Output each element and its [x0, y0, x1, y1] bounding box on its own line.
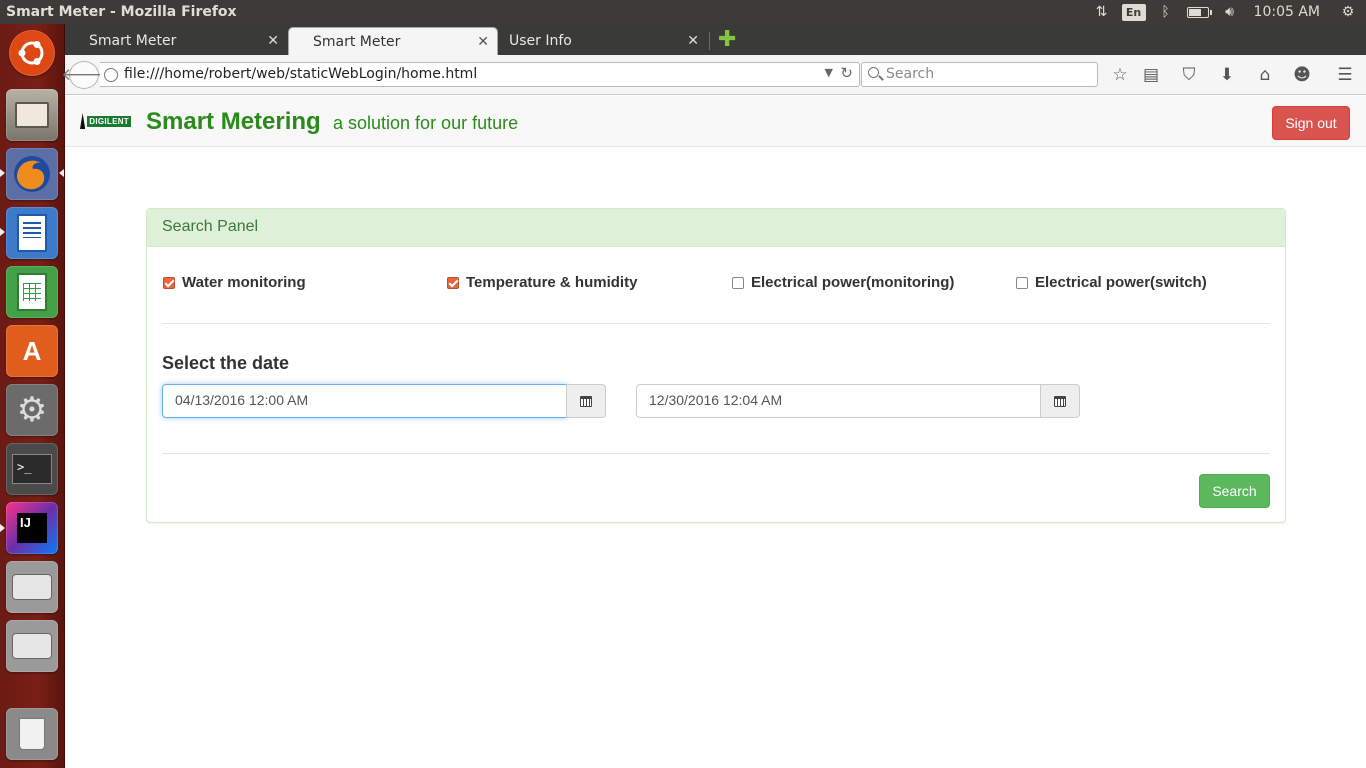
trash-icon[interactable]	[6, 708, 58, 760]
battery-icon[interactable]	[1186, 0, 1212, 24]
tab-label: Smart Meter	[89, 33, 177, 49]
pocket-icon[interactable]: ⛉	[1177, 63, 1201, 87]
brand-title[interactable]: Smart Metering	[146, 108, 321, 136]
tab-label: Smart Meter	[313, 33, 401, 50]
calendar-icon	[1054, 395, 1066, 407]
search-panel: Search Panel Water monitoring Temperatur…	[146, 208, 1286, 523]
globe-icon	[104, 68, 118, 82]
indicator-area: ⇅ En ᛒ 🔊︎ 10:05 AM ⚙	[1082, 0, 1366, 24]
panel-title: Search Panel	[162, 218, 259, 235]
electrical-power-monitoring-checkbox[interactable]: Electrical power(monitoring)	[732, 274, 954, 291]
start-date-input[interactable]: 04/13/2016 12:00 AM	[162, 384, 567, 418]
start-date-calendar-button[interactable]	[566, 384, 606, 418]
tab-smart-meter-1[interactable]: Smart Meter ✕	[65, 27, 287, 55]
terminal-icon[interactable]: >_	[6, 443, 58, 495]
network-icon[interactable]: ⇅	[1090, 0, 1114, 24]
drive-icon-2[interactable]	[6, 620, 58, 672]
keyboard-layout-indicator[interactable]: En	[1121, 3, 1146, 21]
checkbox-label: Electrical power(monitoring)	[751, 274, 955, 291]
electrical-power-switch-checkbox[interactable]: Electrical power(switch)	[1016, 274, 1207, 291]
checkbox-box[interactable]	[1016, 276, 1028, 289]
tab-label: User Info	[509, 33, 572, 49]
close-icon[interactable]: ✕	[267, 33, 279, 49]
new-tab-icon[interactable]: ✚	[718, 28, 736, 52]
drive-icon[interactable]	[6, 561, 58, 613]
libreoffice-calc-icon[interactable]	[6, 266, 58, 318]
chat-icon[interactable]: ☻	[1290, 63, 1314, 87]
logo-triangle-icon	[80, 113, 86, 129]
tagline: a solution for our future	[333, 113, 519, 133]
sign-out-button[interactable]: Sign out	[1272, 106, 1350, 140]
reload-icon[interactable]: ↻	[840, 64, 853, 82]
checkbox-box[interactable]	[732, 276, 744, 289]
date-section-label: Select the date	[162, 353, 290, 373]
window-title: Smart Meter - Mozilla Firefox	[6, 4, 237, 20]
software-center-icon[interactable]: A	[6, 325, 58, 377]
top-panel: Smart Meter - Mozilla Firefox ⇅ En ᛒ 🔊︎ …	[0, 0, 1366, 24]
digilent-logo[interactable]: DIGILENT	[80, 112, 131, 130]
logo-text: DIGILENT	[87, 115, 131, 127]
system-settings-icon[interactable]: ⚙	[6, 384, 58, 436]
home-icon[interactable]: ⌂	[1253, 63, 1277, 87]
search-button[interactable]: Search	[1199, 474, 1270, 508]
end-date-calendar-button[interactable]	[1040, 384, 1080, 418]
firefox-icon[interactable]	[6, 148, 58, 200]
menu-icon[interactable]: ☰	[1333, 63, 1357, 87]
reading-list-icon[interactable]: ▤	[1139, 63, 1163, 87]
checkbox-label: Water monitoring	[182, 274, 306, 291]
browser-window: Smart Meter ✕ Smart Meter ✕ User Info ✕ …	[61, 24, 1366, 768]
checkbox-label: Electrical power(switch)	[1035, 274, 1207, 291]
ubuntu-dash-icon[interactable]	[9, 30, 55, 76]
search-icon	[868, 67, 879, 78]
divider	[162, 323, 1270, 324]
libreoffice-writer-icon[interactable]	[6, 207, 58, 259]
temperature-humidity-checkbox[interactable]: Temperature & humidity	[447, 274, 637, 291]
url-text[interactable]: file:///home/robert/web/staticWebLogin/h…	[124, 66, 477, 82]
files-icon[interactable]	[6, 89, 58, 141]
volume-icon[interactable]: 🔊︎	[1218, 0, 1242, 24]
tab-bar: Smart Meter ✕ Smart Meter ✕ User Info ✕ …	[65, 24, 1366, 55]
download-icon[interactable]: ⬇	[1215, 63, 1239, 87]
tab-user-info[interactable]: User Info ✕	[485, 27, 707, 55]
search-input[interactable]: Search	[861, 62, 1098, 87]
calendar-icon	[580, 395, 592, 407]
checkbox-label: Temperature & humidity	[466, 274, 638, 291]
checkbox-box[interactable]	[163, 276, 175, 289]
end-date-input[interactable]: 12/30/2016 12:04 AM	[636, 384, 1041, 418]
water-monitoring-checkbox[interactable]: Water monitoring	[163, 274, 306, 291]
checkbox-box[interactable]	[447, 276, 459, 289]
close-icon[interactable]: ✕	[687, 33, 699, 49]
web-page: DIGILENT Smart Metering a solution for o…	[65, 96, 1366, 768]
tab-smart-meter-2[interactable]: Smart Meter ✕	[288, 27, 498, 55]
url-bar[interactable]: file:///home/robert/web/staticWebLogin/h…	[100, 62, 860, 87]
clock[interactable]: 10:05 AM	[1254, 0, 1320, 24]
navigation-bar: 🡐 file:///home/robert/web/staticWebLogin…	[61, 55, 1366, 95]
divider	[162, 453, 1270, 454]
panel-heading: Search Panel	[147, 209, 1285, 247]
launcher: A ⚙ >_ IJ	[0, 24, 65, 768]
back-button[interactable]: 🡐	[61, 61, 107, 89]
app-header: DIGILENT Smart Metering a solution for o…	[65, 96, 1366, 147]
chevron-down-icon[interactable]: ▼	[825, 66, 833, 79]
bookmark-star-icon[interactable]: ☆	[1108, 63, 1132, 87]
gear-icon[interactable]: ⚙	[1336, 0, 1360, 24]
search-placeholder: Search	[886, 66, 935, 82]
intellij-idea-icon[interactable]: IJ	[6, 502, 58, 554]
bluetooth-icon[interactable]: ᛒ	[1154, 0, 1178, 24]
